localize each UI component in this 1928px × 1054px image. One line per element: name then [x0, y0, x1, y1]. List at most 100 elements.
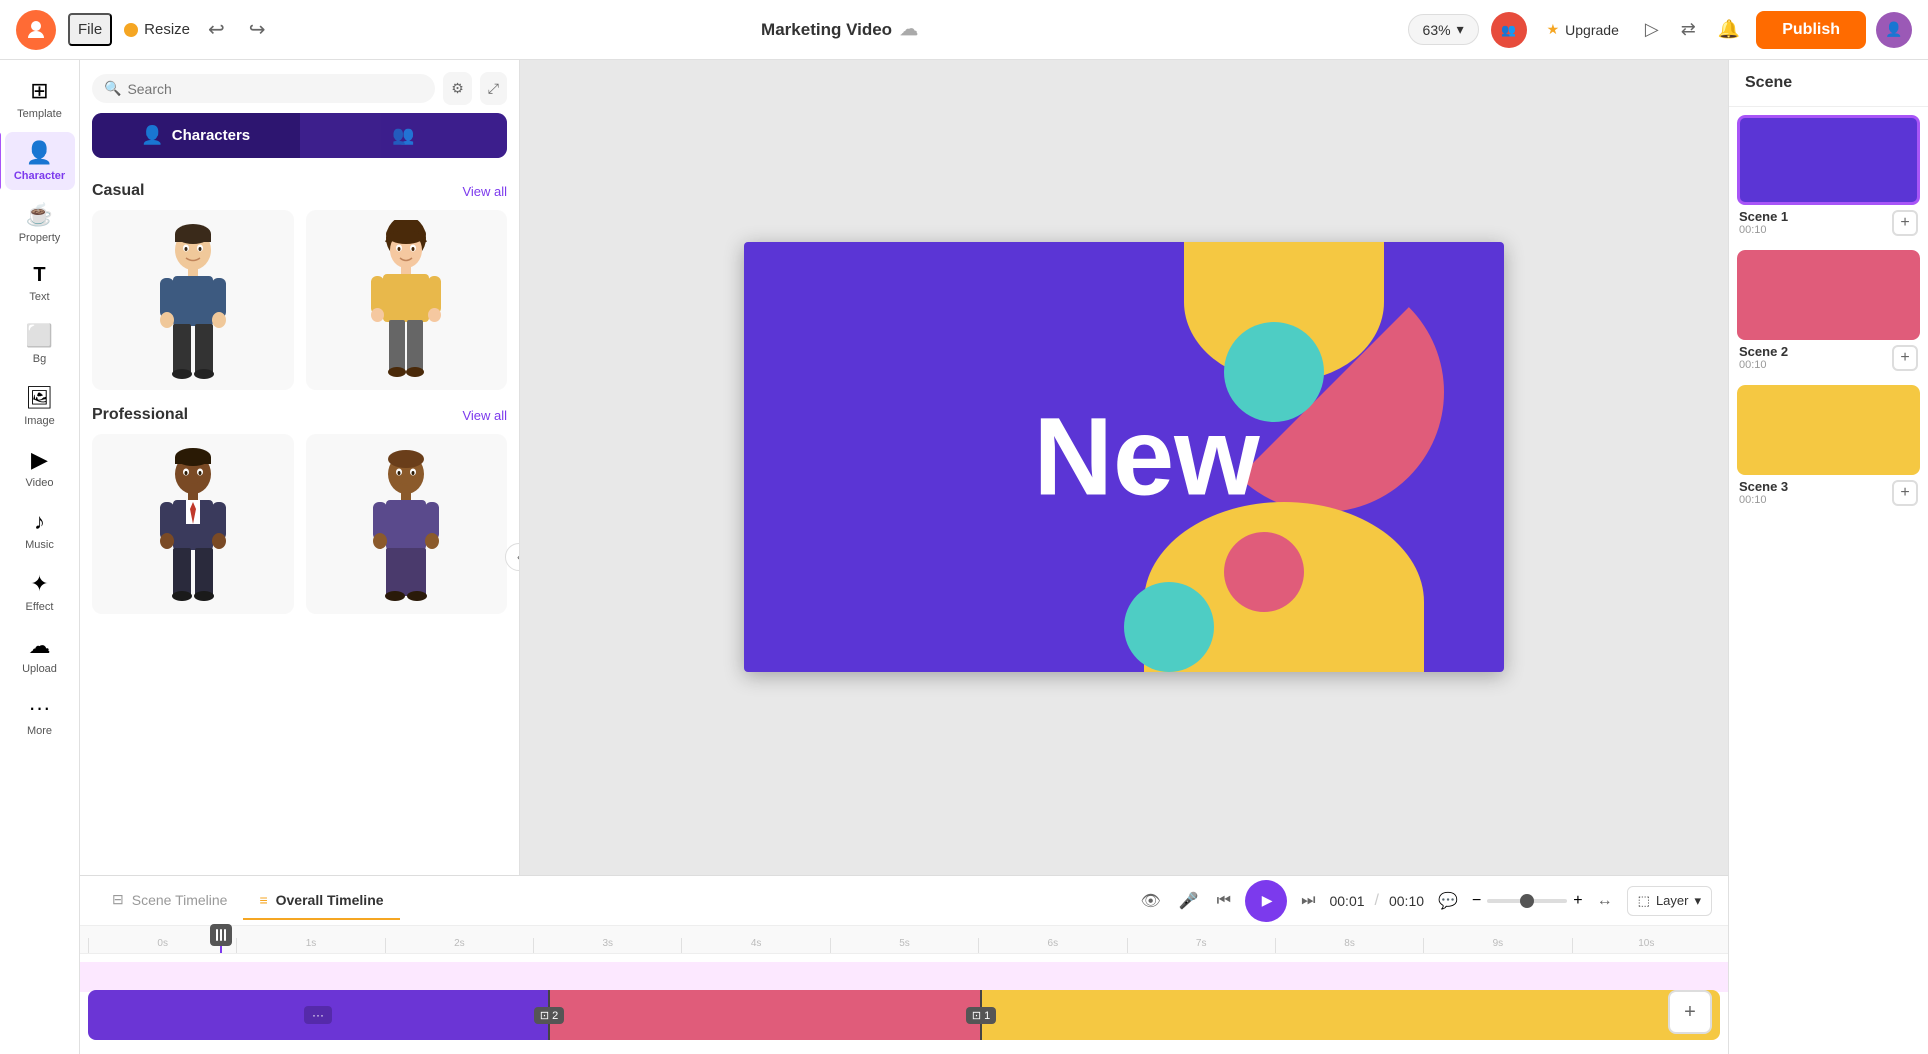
preview-play-icon[interactable]: ▷	[1639, 13, 1665, 46]
main-canvas[interactable]: New	[744, 242, 1504, 672]
ruler-mark-9s: 9s	[1423, 938, 1571, 953]
template-icon: ⊞	[30, 78, 48, 104]
sidebar-item-upload[interactable]: ☁ Upload	[5, 625, 75, 683]
slider-thumb[interactable]	[1520, 894, 1534, 908]
scene2-thumbnail	[1737, 250, 1920, 340]
sidebar-item-image[interactable]: 🖼 Image	[5, 377, 75, 435]
upgrade-button[interactable]: ★ Upgrade	[1537, 15, 1629, 44]
topbar-right-actions: 👥 ★ Upgrade ▷ ⇄ 🔔 Publish 👤	[1491, 11, 1912, 49]
casual-category-header: Casual View all	[92, 182, 507, 200]
resize-button[interactable]: Resize	[124, 21, 190, 38]
sidebar-item-effect[interactable]: ✦ Effect	[5, 563, 75, 621]
overall-timeline-tab[interactable]: ≡ Overall Timeline	[243, 882, 399, 920]
professional-characters-grid	[92, 434, 507, 614]
zoom-slider[interactable]: − +	[1472, 892, 1583, 910]
sidebar-item-property[interactable]: ☕ Property	[5, 194, 75, 252]
scene-block-1[interactable]: ···	[88, 990, 548, 1040]
scene-panel: Scene Scene 1 00:10 + Sce	[1728, 60, 1928, 1054]
character-prof-male[interactable]	[92, 434, 294, 614]
mic-button[interactable]: 🎤	[1175, 887, 1203, 915]
block1-2-divider: ⊡ 2	[548, 990, 550, 1040]
playhead-handle[interactable]	[210, 924, 232, 946]
resize-icon	[124, 23, 138, 37]
characters-tab-icon: 👤	[141, 125, 163, 146]
casual-male-svg	[148, 220, 238, 380]
sidebar-item-text[interactable]: T Text	[5, 256, 75, 311]
scene-block-3[interactable]	[982, 990, 1720, 1040]
character-tabs: 👤 Characters 👥	[92, 113, 507, 158]
canvas-main-text: New	[1034, 394, 1260, 521]
play-button[interactable]	[1245, 880, 1287, 922]
undo-button[interactable]: ↩	[202, 11, 231, 48]
add-track-button[interactable]: +	[1668, 990, 1712, 1034]
casual-female-svg	[361, 220, 451, 380]
layer-button[interactable]: ⬚ Layer ▾	[1627, 886, 1712, 916]
search-field[interactable]: 🔍	[92, 74, 435, 103]
sidebar-item-video[interactable]: ▶ Video	[5, 439, 75, 497]
track-area: ··· ⊡ 2 ⊡ 1	[80, 954, 1728, 1054]
user-avatar[interactable]: 👤	[1876, 12, 1912, 48]
playhead-icon	[213, 927, 229, 943]
ruler-mark-10s: 10s	[1572, 938, 1720, 953]
tab-characters[interactable]: 👤 Characters	[92, 113, 300, 158]
scene-blocks: ··· ⊡ 2 ⊡ 1	[88, 990, 1720, 1040]
star-icon: ★	[1547, 21, 1560, 38]
sidebar-item-bg[interactable]: ⬜ Bg	[5, 315, 75, 373]
ruler-mark-1s: 1s	[236, 938, 384, 953]
video-icon: ▶	[31, 447, 48, 473]
share-icon[interactable]: ⇄	[1675, 13, 1702, 46]
skip-forward-button[interactable]: ⏭	[1297, 888, 1319, 914]
scene-panel-header: Scene	[1729, 60, 1928, 107]
scene-item-2[interactable]: Scene 2 00:10 +	[1737, 250, 1920, 375]
sidebar-item-character[interactable]: 👤 Character	[5, 132, 75, 190]
tab-add-character[interactable]: 👥	[300, 113, 508, 158]
scene2-add-button[interactable]: +	[1892, 345, 1918, 371]
character-casual-female[interactable]	[306, 210, 508, 390]
redo-button[interactable]: ↪	[243, 11, 272, 48]
search-input[interactable]	[127, 81, 423, 97]
playhead[interactable]	[220, 926, 222, 953]
total-time: 00:10	[1389, 893, 1424, 909]
file-menu[interactable]: File	[68, 13, 112, 46]
sidebar-item-template[interactable]: ⊞ Template	[5, 70, 75, 128]
character-prof-female[interactable]	[306, 434, 508, 614]
skip-back-button[interactable]: ⏮	[1213, 888, 1235, 914]
ruler-mark-2s: 2s	[385, 938, 533, 953]
collab-avatar[interactable]: 👥	[1491, 12, 1527, 48]
project-title: Marketing Video ☁	[284, 19, 1396, 40]
image-icon: 🖼	[26, 385, 54, 411]
ruler-mark-6s: 6s	[978, 938, 1126, 953]
character-icon: 👤	[26, 140, 53, 166]
timeline-ruler: 0s 1s 2s 3s 4s 5s 6s 7s 8s 9s 10s	[80, 926, 1728, 954]
app-logo[interactable]	[16, 10, 56, 50]
scene1-badge: ···	[304, 1006, 332, 1024]
captions-button[interactable]: 💬	[1434, 887, 1462, 915]
scene3-label-row: Scene 3 00:10 +	[1737, 475, 1920, 510]
current-time: 00:01	[1329, 893, 1364, 909]
publish-button[interactable]: Publish	[1756, 11, 1866, 49]
property-icon: ☕	[26, 202, 53, 228]
scene-block-2[interactable]	[550, 990, 980, 1040]
scene3-add-button[interactable]: +	[1892, 480, 1918, 506]
scene-timeline-tab[interactable]: ⊟ Scene Timeline	[96, 881, 243, 920]
timeline-controls: 👁 🎤 ⏮ ⏭ 00:01 / 00:10 💬 − + ↔ ⬚ Layer ▾	[1136, 880, 1712, 922]
zoom-control[interactable]: 63% ▾	[1408, 14, 1479, 45]
expand-button[interactable]: ⤢	[480, 72, 507, 105]
prof-male-svg	[148, 444, 238, 604]
filter-button[interactable]: ⚙	[443, 72, 472, 105]
bg-icon: ⬜	[26, 323, 53, 349]
upload-icon: ☁	[29, 633, 51, 659]
scene1-add-button[interactable]: +	[1892, 210, 1918, 236]
ruler-mark-8s: 8s	[1275, 938, 1423, 953]
add-character-tab-icon: 👥	[392, 125, 414, 146]
effect-icon: ✦	[30, 571, 48, 597]
notifications-icon[interactable]: 🔔	[1712, 13, 1746, 46]
character-casual-male[interactable]	[92, 210, 294, 390]
fit-button[interactable]: ↔	[1593, 888, 1617, 914]
sidebar-item-more[interactable]: ··· More	[5, 687, 75, 745]
sidebar-item-music[interactable]: ♪ Music	[5, 501, 75, 559]
scene-item-1[interactable]: Scene 1 00:10 +	[1737, 115, 1920, 240]
scene-item-3[interactable]: Scene 3 00:10 +	[1737, 385, 1920, 510]
ruler-mark-5s: 5s	[830, 938, 978, 953]
eye-toggle-button[interactable]: 👁	[1136, 887, 1164, 915]
